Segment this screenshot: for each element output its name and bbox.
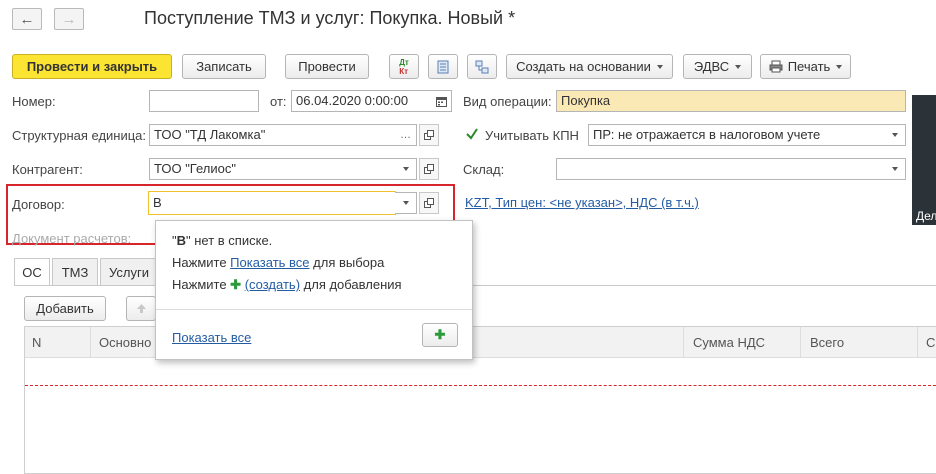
window-title: Поступление ТМЗ и услуг: Покупка. Новый …: [144, 8, 516, 28]
column-divider: [90, 327, 91, 357]
counterparty-label: Контрагент:: [12, 162, 83, 177]
add-row-button[interactable]: Добавить: [24, 296, 106, 321]
ellipsis-icon: …: [400, 129, 411, 141]
chevron-down-icon: [891, 167, 898, 171]
arrow-right-icon: →: [61, 10, 77, 28]
show-all-inline-link[interactable]: Показать все: [230, 255, 309, 270]
document-list-icon: [437, 60, 449, 73]
kpn-checkbox[interactable]: [465, 127, 479, 141]
settlement-doc-label: Документ расчетов:: [12, 231, 132, 246]
kpn-checkbox-label: Учитывать КПН: [485, 128, 579, 143]
dt-kt-button[interactable]: Дт Кт: [389, 54, 419, 79]
open-window-icon: [424, 130, 434, 140]
column-header-extra[interactable]: С: [926, 327, 935, 357]
checkmark-icon: [466, 128, 478, 140]
printer-icon: [769, 60, 783, 73]
calendar-icon: [436, 96, 447, 107]
kpn-dropdown-button[interactable]: [884, 124, 906, 146]
show-all-hint: Нажмите Показать все для выбора: [172, 255, 385, 270]
forward-button[interactable]: →: [54, 8, 84, 30]
operation-type-label: Вид операции:: [463, 94, 552, 109]
create-hint: Нажмите ✚ (создать) для добавления: [172, 277, 402, 292]
counterparty-open-button[interactable]: [419, 158, 439, 180]
chevron-down-icon: [656, 64, 663, 69]
column-header-vat-sum[interactable]: Сумма НДС: [693, 327, 765, 357]
edvs-button[interactable]: ЭДВС: [683, 54, 752, 79]
create-based-on-button[interactable]: Создать на основании: [506, 54, 673, 79]
tab-services[interactable]: Услуги: [100, 258, 160, 286]
table-row[interactable]: [25, 385, 936, 386]
structural-unit-open-button[interactable]: [419, 124, 439, 146]
counterparty-dropdown-button[interactable]: [395, 158, 417, 180]
print-button[interactable]: Печать: [760, 54, 851, 79]
column-header-total[interactable]: Всего: [810, 327, 844, 357]
side-panel: Дел: [912, 95, 936, 225]
date-from-label: от:: [270, 94, 287, 109]
show-all-link[interactable]: Показать все: [172, 330, 251, 345]
arrow-up-icon: [136, 304, 146, 313]
move-up-button[interactable]: [126, 296, 156, 321]
structural-unit-field[interactable]: ТОО "ТД Лакомка": [149, 124, 396, 146]
tabs-baseline: [14, 285, 936, 286]
list-button[interactable]: [428, 54, 458, 79]
column-header-main[interactable]: Основно: [99, 327, 151, 357]
arrow-left-icon: ←: [19, 10, 35, 28]
chevron-down-icon: [891, 133, 898, 137]
save-button[interactable]: Записать: [182, 54, 266, 79]
structure-button[interactable]: [467, 54, 497, 79]
column-divider: [800, 327, 801, 357]
warehouse-label: Склад:: [463, 162, 505, 177]
counterparty-field[interactable]: ТОО "Гелиос": [149, 158, 396, 180]
chevron-down-icon: [402, 167, 409, 171]
plus-icon: ✚: [230, 277, 242, 292]
tab-os[interactable]: ОС: [14, 258, 50, 286]
column-header-n[interactable]: N: [32, 327, 41, 357]
number-field[interactable]: [149, 90, 259, 112]
tab-tmz[interactable]: ТМЗ: [52, 258, 98, 286]
structural-unit-select-button[interactable]: …: [395, 124, 417, 146]
price-type-link[interactable]: KZT, Тип цен: <не указан>, НДС (в т.ч.): [465, 195, 699, 210]
column-divider: [917, 327, 918, 357]
hierarchy-icon: [475, 60, 489, 73]
warehouse-field[interactable]: [556, 158, 885, 180]
chevron-down-icon: [836, 64, 843, 69]
number-label: Номер:: [12, 94, 56, 109]
contract-autocomplete-popup: "В" нет в списке. Нажмите Показать все д…: [155, 220, 473, 360]
back-button[interactable]: ←: [12, 8, 42, 30]
chevron-down-icon: [735, 64, 742, 69]
not-found-message: "В" нет в списке.: [172, 233, 273, 248]
column-divider: [683, 327, 684, 357]
warehouse-dropdown-button[interactable]: [884, 158, 906, 180]
calendar-button[interactable]: [432, 90, 452, 112]
operation-type-field[interactable]: Покупка: [556, 90, 906, 112]
open-window-icon: [424, 164, 434, 174]
kpn-field[interactable]: ПР: не отражается в налоговом учете: [588, 124, 885, 146]
popup-divider: [156, 309, 472, 310]
post-button[interactable]: Провести: [285, 54, 369, 79]
popup-add-button[interactable]: ✚: [422, 323, 458, 347]
plus-icon: ✚: [434, 327, 446, 342]
create-inline-link[interactable]: (создать): [245, 277, 300, 292]
post-and-close-button[interactable]: Провести и закрыть: [12, 54, 172, 79]
side-panel-text: Дел: [916, 209, 936, 223]
structural-unit-label: Структурная единица:: [12, 128, 147, 143]
dt-kt-icon: Дт Кт: [399, 57, 409, 76]
date-field[interactable]: 06.04.2020 0:00:00: [291, 90, 433, 112]
